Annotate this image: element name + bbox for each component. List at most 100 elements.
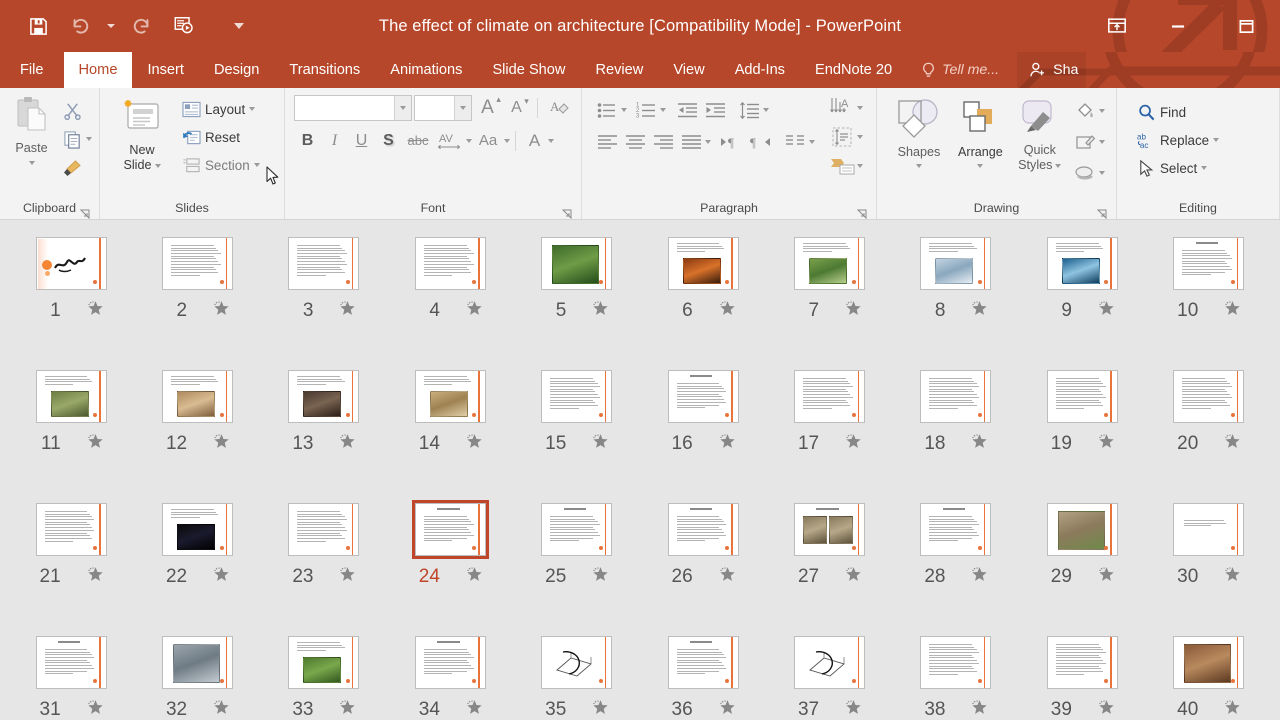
slide-thumbnail-cell[interactable]: 40 bbox=[1146, 633, 1272, 720]
slide-thumbnail-cell[interactable]: 38 bbox=[893, 633, 1019, 720]
slide-thumbnail-cell[interactable]: 33 bbox=[261, 633, 387, 720]
slide-thumbnail-cell[interactable]: 36 bbox=[640, 633, 766, 720]
tab-transitions[interactable]: Transitions bbox=[274, 52, 375, 88]
animation-star-icon[interactable] bbox=[845, 566, 862, 588]
slide-thumbnail-cell[interactable]: 25 bbox=[514, 500, 640, 633]
slide-thumbnail-cell[interactable]: 5 bbox=[514, 234, 640, 367]
animation-star-icon[interactable] bbox=[339, 566, 356, 588]
right-to-left-button[interactable]: ¶ bbox=[746, 128, 774, 156]
animation-star-icon[interactable] bbox=[466, 699, 483, 720]
slide-thumbnail-cell[interactable]: 31 bbox=[8, 633, 134, 720]
animation-star-icon[interactable] bbox=[339, 699, 356, 720]
animation-star-icon[interactable] bbox=[845, 300, 862, 322]
arrange-button[interactable]: Arrange bbox=[952, 94, 1009, 168]
animation-star-icon[interactable] bbox=[1224, 699, 1241, 720]
align-left-button[interactable] bbox=[593, 128, 621, 156]
clipboard-dialog-launcher[interactable] bbox=[79, 206, 90, 220]
slide-thumbnail[interactable] bbox=[285, 633, 362, 692]
slide-thumbnail[interactable] bbox=[665, 633, 742, 692]
slide-thumbnail-cell[interactable]: 23 bbox=[261, 500, 387, 633]
slide-thumbnail-cell[interactable]: 7 bbox=[766, 234, 892, 367]
chevron-down-icon[interactable] bbox=[660, 108, 666, 112]
tab-home[interactable]: Home bbox=[63, 52, 133, 88]
animation-star-icon[interactable] bbox=[1098, 300, 1115, 322]
animation-star-icon[interactable] bbox=[1224, 433, 1241, 455]
animation-star-icon[interactable] bbox=[87, 300, 104, 322]
minimize-button[interactable] bbox=[1144, 0, 1212, 52]
slide-thumbnail[interactable] bbox=[1170, 234, 1247, 293]
slide-thumbnail[interactable] bbox=[917, 633, 994, 692]
slide-thumbnail[interactable] bbox=[538, 367, 615, 426]
animation-star-icon[interactable] bbox=[1224, 300, 1241, 322]
slide-thumbnail[interactable] bbox=[917, 234, 994, 293]
chevron-down-icon[interactable] bbox=[1098, 171, 1105, 175]
slide-thumbnail[interactable] bbox=[33, 500, 110, 559]
select-button[interactable]: Select bbox=[1132, 155, 1224, 181]
slide-thumbnail[interactable] bbox=[1170, 367, 1247, 426]
customize-qat-button[interactable] bbox=[230, 6, 248, 46]
clear-formatting-button[interactable]: A bbox=[545, 94, 572, 121]
slide-thumbnail[interactable] bbox=[33, 633, 110, 692]
increase-indent-button[interactable] bbox=[701, 96, 729, 124]
slide-thumbnail-cell[interactable]: 11 bbox=[8, 367, 134, 500]
share-button[interactable]: Sha bbox=[1017, 52, 1087, 88]
slide-thumbnail[interactable] bbox=[33, 234, 110, 293]
slide-thumbnail-cell[interactable]: 15 bbox=[514, 367, 640, 500]
animation-star-icon[interactable] bbox=[971, 300, 988, 322]
font-color-button[interactable]: A bbox=[521, 127, 548, 154]
animation-star-icon[interactable] bbox=[466, 566, 483, 588]
shape-fill-button[interactable] bbox=[1071, 97, 1099, 125]
animation-star-icon[interactable] bbox=[971, 699, 988, 720]
slide-thumbnail[interactable] bbox=[1044, 234, 1121, 293]
chevron-down-icon[interactable] bbox=[857, 106, 863, 110]
tab-view[interactable]: View bbox=[658, 52, 719, 88]
decrease-indent-button[interactable] bbox=[673, 96, 701, 124]
animation-star-icon[interactable] bbox=[1098, 699, 1115, 720]
slide-thumbnail[interactable] bbox=[1044, 367, 1121, 426]
slide-thumbnail-cell[interactable]: 37 bbox=[766, 633, 892, 720]
slide-thumbnail[interactable] bbox=[1044, 633, 1121, 692]
underline-button[interactable]: U bbox=[348, 127, 375, 154]
tab-slide-show[interactable]: Slide Show bbox=[477, 52, 580, 88]
slide-thumbnail[interactable] bbox=[538, 500, 615, 559]
tab-add-ins[interactable]: Add-Ins bbox=[720, 52, 800, 88]
copy-button[interactable] bbox=[58, 125, 86, 153]
bold-button[interactable]: B bbox=[294, 127, 321, 154]
convert-to-smartart-button[interactable] bbox=[829, 152, 857, 180]
slide-thumbnail[interactable] bbox=[791, 367, 868, 426]
animation-star-icon[interactable] bbox=[213, 699, 230, 720]
columns-button[interactable] bbox=[781, 128, 809, 156]
animation-star-icon[interactable] bbox=[213, 300, 230, 322]
slide-thumbnail-cell[interactable]: 14 bbox=[387, 367, 513, 500]
tell-me-box[interactable]: Tell me... bbox=[907, 52, 1011, 88]
line-spacing-button[interactable] bbox=[735, 96, 763, 124]
section-button[interactable]: Section bbox=[177, 152, 265, 178]
slide-thumbnail-cell[interactable]: 12 bbox=[134, 367, 260, 500]
ribbon-display-options-button[interactable] bbox=[1090, 0, 1144, 52]
animation-star-icon[interactable] bbox=[339, 433, 356, 455]
font-name-combobox[interactable] bbox=[294, 94, 412, 121]
slide-thumbnail[interactable] bbox=[665, 234, 742, 293]
paste-button[interactable]: Paste bbox=[9, 94, 55, 165]
font-dialog-launcher[interactable] bbox=[561, 206, 572, 220]
numbering-button[interactable]: 1 2 3 bbox=[632, 96, 660, 124]
slide-thumbnail[interactable] bbox=[538, 234, 615, 293]
increase-font-size-button[interactable]: A ▴ bbox=[474, 94, 501, 121]
slide-thumbnail-cell[interactable]: 21 bbox=[8, 500, 134, 633]
text-shadow-button[interactable]: S bbox=[375, 127, 402, 154]
font-size-dropdown-button[interactable] bbox=[454, 95, 471, 120]
decrease-font-size-button[interactable]: A ▾ bbox=[503, 94, 530, 121]
slide-thumbnail[interactable] bbox=[917, 500, 994, 559]
slide-thumbnail-cell[interactable]: 20 bbox=[1146, 367, 1272, 500]
animation-star-icon[interactable] bbox=[592, 433, 609, 455]
font-size-combobox[interactable] bbox=[414, 94, 472, 121]
slide-thumbnail-cell[interactable]: 17 bbox=[766, 367, 892, 500]
new-slide-button[interactable]: New Slide bbox=[113, 94, 171, 173]
paragraph-dialog-launcher[interactable] bbox=[856, 206, 867, 220]
animation-star-icon[interactable] bbox=[719, 433, 736, 455]
align-right-button[interactable] bbox=[649, 128, 677, 156]
slide-thumbnail[interactable] bbox=[791, 500, 868, 559]
slide-thumbnail-cell[interactable]: 19 bbox=[1019, 367, 1145, 500]
start-presentation-button[interactable] bbox=[164, 6, 204, 46]
find-button[interactable]: Find bbox=[1132, 99, 1224, 125]
